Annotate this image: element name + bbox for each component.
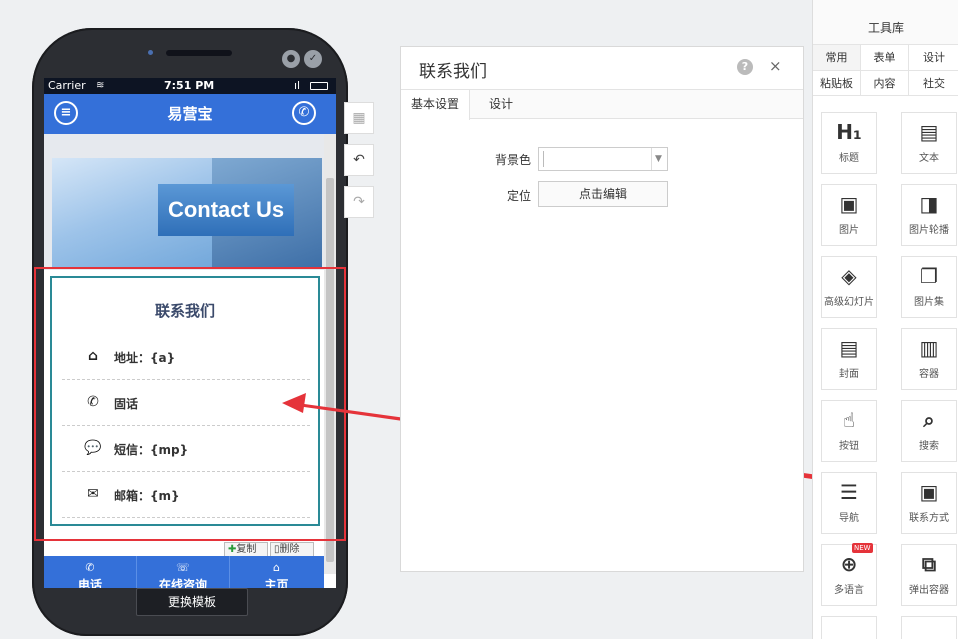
edit-position-button[interactable]: 点击编辑 bbox=[538, 181, 668, 207]
help-icon[interactable]: ? bbox=[737, 59, 753, 75]
bg-color-label: 背景色 bbox=[494, 153, 531, 167]
tool-label: 导航 bbox=[839, 513, 859, 524]
tool-label: 图片集 bbox=[914, 297, 944, 308]
tab-content[interactable]: 内容 bbox=[861, 71, 909, 96]
toolbox-tabs-secondary: 粘贴板 内容 社交 bbox=[813, 70, 958, 96]
tool-partial[interactable] bbox=[821, 616, 877, 639]
tool-cover[interactable]: ▤ 封面 bbox=[821, 328, 877, 390]
globe-icon: ⊕ bbox=[840, 552, 858, 576]
slideshow-icon: ◈ bbox=[841, 264, 857, 288]
tool-search[interactable]: ⌕ 搜索 bbox=[901, 400, 957, 462]
chevron-down-icon: ▼ bbox=[651, 148, 665, 170]
tool-label: 搜索 bbox=[919, 441, 939, 452]
tool-image[interactable]: ▣ 图片 bbox=[821, 184, 877, 246]
tool-button[interactable]: ☝ 按钮 bbox=[821, 400, 877, 462]
tool-label: 图片轮播 bbox=[909, 225, 949, 236]
tool-nav[interactable]: ☰ 导航 bbox=[821, 472, 877, 534]
popup-container-icon: ⧉ bbox=[921, 552, 937, 576]
toolbox-title: 工具库 bbox=[813, 0, 958, 44]
cover-icon: ▤ bbox=[839, 336, 859, 360]
tool-label: 封面 bbox=[839, 369, 859, 380]
tool-slideshow[interactable]: ◈ 高级幻灯片 bbox=[821, 256, 877, 318]
image-gallery-icon: ❐ bbox=[920, 264, 938, 288]
tab-design[interactable]: 设计 bbox=[479, 90, 523, 119]
panel-tabs: 基本设置 设计 bbox=[401, 89, 803, 120]
toolbox: 工具库 常用 表单 设计 粘贴板 内容 社交 H₁ 标题 ▤ 文本 ▣ 图片 ◨ 图片轮… bbox=[812, 0, 958, 639]
tool-container[interactable]: ▥ 容器 bbox=[901, 328, 957, 390]
tab-social[interactable]: 社交 bbox=[909, 71, 958, 96]
tab-common[interactable]: 常用 bbox=[813, 45, 861, 70]
image-icon: ▣ bbox=[839, 192, 859, 216]
new-badge: NEW bbox=[852, 543, 873, 553]
heading-icon: H₁ bbox=[836, 120, 862, 144]
tool-image-gallery[interactable]: ❐ 图片集 bbox=[901, 256, 957, 318]
position-label: 定位 bbox=[506, 189, 531, 203]
tool-popup-container[interactable]: ⧉ 弹出容器 bbox=[901, 544, 957, 606]
tab-basic-settings[interactable]: 基本设置 bbox=[401, 90, 471, 120]
search-icon: ⌕ bbox=[923, 408, 935, 432]
arrow-head bbox=[282, 393, 306, 413]
tool-contact[interactable]: ▣ 联系方式 bbox=[901, 472, 957, 534]
tool-label: 多语言 bbox=[834, 585, 864, 596]
button-icon: ☝ bbox=[842, 408, 856, 432]
text-file-icon: ▤ bbox=[919, 120, 939, 144]
nav-icon: ☰ bbox=[840, 480, 858, 504]
tool-multilanguage[interactable]: NEW ⊕ 多语言 bbox=[821, 543, 877, 606]
tool-label: 容器 bbox=[919, 369, 939, 380]
tool-label: 弹出容器 bbox=[909, 585, 949, 596]
image-carousel-icon: ◨ bbox=[919, 192, 939, 216]
tool-heading[interactable]: H₁ 标题 bbox=[821, 112, 877, 174]
tool-partial[interactable] bbox=[901, 616, 957, 639]
cursor-bar bbox=[543, 151, 544, 167]
close-icon[interactable]: × bbox=[769, 57, 782, 75]
tool-image-carousel[interactable]: ◨ 图片轮播 bbox=[901, 184, 957, 246]
tool-label: 图片 bbox=[839, 225, 859, 236]
contact-card-icon: ▣ bbox=[919, 480, 939, 504]
tab-form[interactable]: 表单 bbox=[861, 45, 909, 70]
tool-label: 高级幻灯片 bbox=[824, 297, 874, 308]
container-icon: ▥ bbox=[919, 336, 939, 360]
toolbox-tabs-primary: 常用 表单 设计 bbox=[813, 44, 958, 70]
panel-title: 联系我们 bbox=[419, 62, 487, 82]
tool-label: 联系方式 bbox=[909, 513, 949, 524]
toolbox-title-label: 工具库 bbox=[867, 21, 904, 35]
settings-panel: 联系我们 ? × 基本设置 设计 背景色 ▼ 定位 点击编辑 bbox=[400, 46, 804, 572]
tab-clipboard[interactable]: 粘贴板 bbox=[813, 71, 861, 96]
tool-label: 按钮 bbox=[839, 441, 859, 452]
tool-label: 标题 bbox=[839, 153, 859, 164]
tool-label: 文本 bbox=[919, 153, 939, 164]
bg-color-select[interactable]: ▼ bbox=[538, 147, 668, 171]
tab-design-tools[interactable]: 设计 bbox=[909, 45, 958, 70]
tool-text[interactable]: ▤ 文本 bbox=[901, 112, 957, 174]
